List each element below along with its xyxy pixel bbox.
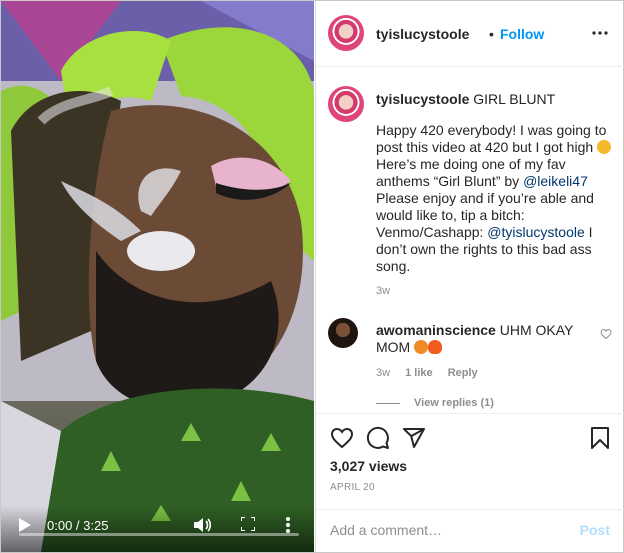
view-count[interactable]: 3,027 views bbox=[330, 458, 407, 474]
heart-icon[interactable] bbox=[330, 426, 354, 450]
caption-title: GIRL BLUNT bbox=[473, 91, 556, 107]
more-icon[interactable] bbox=[285, 516, 291, 534]
post-side-panel: tyislucystoole • Follow tyislucystoole G… bbox=[315, 1, 624, 552]
flushed-face-icon bbox=[597, 140, 612, 154]
reply-button[interactable]: Reply bbox=[448, 367, 478, 379]
bookmark-icon[interactable] bbox=[588, 426, 612, 450]
comment-text: awomaninscience UHM OKAY MOM bbox=[376, 322, 576, 356]
video-time: 0:00 / 3:25 bbox=[47, 518, 109, 533]
comments-section[interactable]: tyislucystoole GIRL BLUNT Happy 420 ever… bbox=[316, 68, 624, 413]
action-bar: 3,027 views APRIL 20 bbox=[316, 413, 624, 509]
fire-icon bbox=[428, 340, 443, 354]
post-header: tyislucystoole • Follow bbox=[316, 1, 624, 67]
comment-time[interactable]: 3w bbox=[376, 367, 390, 379]
fullscreen-icon[interactable] bbox=[241, 517, 255, 531]
post-date: APRIL 20 bbox=[330, 482, 375, 493]
play-icon[interactable] bbox=[19, 518, 31, 532]
caption-text-1: Happy 420 everybody! I was going to post… bbox=[376, 122, 607, 155]
follow-button[interactable]: Follow bbox=[500, 26, 544, 42]
progress-bar[interactable] bbox=[19, 533, 299, 536]
more-options-icon[interactable] bbox=[592, 25, 608, 41]
volume-icon[interactable] bbox=[194, 517, 212, 533]
video-controls: 0:00 / 3:25 bbox=[1, 506, 314, 552]
fox-icon bbox=[414, 340, 429, 354]
comment-input[interactable] bbox=[330, 522, 560, 538]
view-replies-label: View replies (1) bbox=[414, 397, 494, 409]
share-icon[interactable] bbox=[402, 426, 426, 450]
post-button[interactable]: Post bbox=[580, 522, 610, 538]
caption-heading: tyislucystoole GIRL BLUNT bbox=[376, 90, 606, 108]
video-frame bbox=[1, 1, 314, 552]
avatar[interactable] bbox=[328, 15, 364, 51]
caption-text: Happy 420 everybody! I was going to post… bbox=[376, 122, 616, 275]
separator-dot: • bbox=[489, 26, 494, 42]
caption-timestamp[interactable]: 3w bbox=[376, 285, 390, 297]
video-player[interactable]: 0:00 / 3:25 bbox=[1, 1, 314, 552]
mention-link[interactable]: @leikeli47 bbox=[523, 173, 588, 189]
caption-username[interactable]: tyislucystoole bbox=[376, 91, 469, 107]
header-username[interactable]: tyislucystoole bbox=[376, 26, 469, 42]
comment-meta: 3w 1 like Reply bbox=[376, 367, 490, 379]
comment-heart-icon[interactable] bbox=[600, 328, 612, 340]
comment-icon[interactable] bbox=[366, 426, 390, 450]
comment-avatar[interactable] bbox=[328, 318, 358, 348]
replies-divider bbox=[376, 402, 400, 404]
mention-link[interactable]: @tyislucystoole bbox=[487, 224, 584, 240]
caption-avatar[interactable] bbox=[328, 86, 364, 122]
comment-username[interactable]: awomaninscience bbox=[376, 322, 496, 338]
view-replies-button[interactable]: View replies (1) bbox=[376, 397, 494, 409]
add-comment-bar: Post bbox=[316, 509, 624, 552]
comment-likes[interactable]: 1 like bbox=[405, 367, 433, 379]
